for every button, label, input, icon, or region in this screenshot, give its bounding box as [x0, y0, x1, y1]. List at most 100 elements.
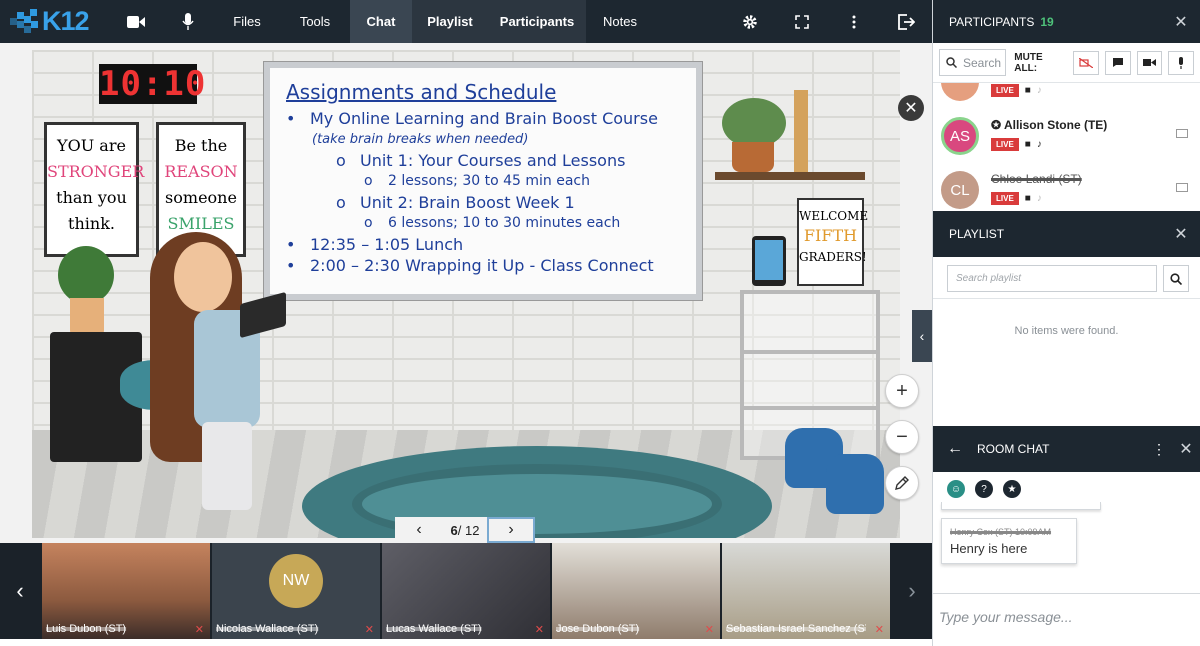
close-participants-icon[interactable]: ✕ — [1162, 12, 1200, 32]
poster-line: WELCOME — [799, 209, 869, 223]
emoji-icon[interactable]: ☺ — [947, 480, 965, 498]
live-badge: LIVE — [991, 138, 1019, 151]
mute-all-chat-button[interactable] — [1104, 50, 1131, 75]
participant-menu-icon[interactable] — [1176, 183, 1188, 192]
stool — [826, 454, 884, 514]
video-tile-name: Jose Dubon (ST) — [556, 623, 640, 635]
mute-all-video-off-button[interactable] — [1073, 50, 1099, 75]
exit-icon[interactable] — [880, 0, 932, 43]
help-icon[interactable]: ? — [975, 480, 993, 498]
muted-mic-icon: ✕ — [874, 624, 884, 636]
strip-prev-arrow[interactable]: ‹ — [0, 543, 40, 639]
board-lines: • My Online Learning and Brain Boost Cour… — [286, 108, 686, 276]
participant-row[interactable]: AS ✪ Allison Stone (TE) LIVE ■ ♪ — [933, 109, 1200, 163]
video-tile-2[interactable]: NW Nicolas Wallace (ST) ✕ — [212, 543, 380, 639]
playlist-search-button[interactable] — [1163, 265, 1189, 292]
mute-all-video-button[interactable] — [1136, 50, 1163, 75]
prev-slide-button[interactable]: ‹ — [395, 517, 443, 543]
previous-message-bubble — [941, 502, 1101, 510]
bullet: • — [286, 109, 296, 128]
participants-count: 19 — [1040, 14, 1054, 29]
chat-message-input[interactable]: Type your message... — [933, 593, 1200, 639]
video-camera-icon[interactable]: ■ — [1025, 85, 1031, 96]
gear-icon[interactable] — [724, 0, 776, 43]
participants-header: PARTICIPANTS 19 ✕ — [933, 0, 1200, 43]
menu-notes[interactable]: Notes — [586, 0, 654, 43]
more-vertical-icon[interactable] — [828, 0, 880, 43]
thermometer — [794, 90, 808, 172]
board-line-text: Unit 2: Brain Boost Week 1 — [360, 193, 575, 212]
microphone-icon[interactable]: ♪ — [1037, 139, 1042, 150]
star-icon[interactable]: ★ — [1003, 480, 1021, 498]
video-camera-icon[interactable]: ■ — [1025, 193, 1031, 204]
board-line: o Unit 2: Brain Boost Week 1 — [286, 192, 686, 213]
bullet: o — [364, 173, 373, 189]
microphone-muted-icon[interactable]: ♪ — [1037, 193, 1042, 204]
fullscreen-icon[interactable] — [776, 0, 828, 43]
video-camera-icon[interactable] — [110, 0, 162, 43]
playlist-search-row: Search playlist — [933, 257, 1200, 299]
poster-stronger: YOU are STRONGER than you think. — [44, 122, 144, 257]
zoom-out-button[interactable]: − — [885, 420, 919, 454]
microphone-muted-icon[interactable]: ♪ — [1037, 85, 1042, 96]
chat-bubble-icon — [1112, 58, 1123, 67]
back-arrow-icon[interactable]: ← — [933, 440, 977, 458]
board-line-text: Unit 1: Your Courses and Lessons — [360, 151, 626, 170]
search-icon — [946, 57, 957, 68]
menu-files[interactable]: Files — [214, 0, 280, 43]
potted-plant — [722, 98, 786, 148]
muted-mic-icon: ✕ — [194, 624, 204, 636]
video-strip: ‹ Luis Dubon (ST) ✕ NW Nicolas Wallace (… — [0, 543, 932, 639]
close-stage-button[interactable]: ✕ — [898, 95, 924, 121]
participant-row[interactable]: LIVE ■ ♪ — [933, 83, 1200, 109]
annotate-pencil-button[interactable] — [885, 466, 919, 500]
cart-shelf — [744, 406, 876, 410]
bullet: • — [286, 256, 296, 275]
logo-text: K12 — [42, 6, 90, 36]
video-tile-3[interactable]: Lucas Wallace (ST) ✕ — [382, 543, 550, 639]
toolbar-right-group — [724, 0, 932, 43]
participant-search-input[interactable]: Search — [939, 49, 1007, 76]
whiteboard: Assignments and Schedule • My Online Lear… — [264, 62, 702, 300]
room-chat-header: ← ROOM CHAT ⋮ ✕ — [933, 426, 1200, 472]
close-chat-icon[interactable]: ✕ — [1171, 439, 1200, 459]
board-line-text: My Online Learning and Brain Boost Cours… — [310, 109, 658, 128]
leafy-plant — [58, 246, 114, 304]
video-tile-name: Nicolas Wallace (ST) — [216, 623, 319, 635]
video-tile-4[interactable]: Jose Dubon (ST) ✕ — [552, 543, 720, 639]
muted-mic-icon: ✕ — [704, 624, 714, 636]
mute-all-audio-button[interactable] — [1168, 50, 1195, 75]
playlist-search-input[interactable]: Search playlist — [947, 265, 1157, 292]
avatar — [941, 83, 979, 101]
video-off-icon — [1079, 57, 1094, 68]
presenter-star-icon: ✪ — [991, 118, 1002, 132]
zoom-in-button[interactable]: + — [885, 374, 919, 408]
tablet-image — [752, 236, 786, 286]
close-playlist-icon[interactable]: ✕ — [1162, 224, 1200, 244]
menu-tools[interactable]: Tools — [280, 0, 350, 43]
next-slide-button[interactable]: › — [487, 517, 535, 543]
avatar: AS — [941, 117, 979, 155]
room-chat-title: ROOM CHAT — [977, 442, 1050, 456]
avatar: CL — [941, 171, 979, 209]
video-tile-5[interactable]: Sebastian Israel Sanchez (ST) ✕ — [722, 543, 890, 639]
participant-menu-icon[interactable] — [1176, 129, 1188, 138]
menu-participants[interactable]: Participants — [488, 0, 586, 43]
menu-chat[interactable]: Chat — [350, 0, 412, 43]
playlist-title: PLAYLIST — [949, 227, 1005, 241]
participant-name: ✪ Allison Stone (TE) — [991, 118, 1107, 132]
video-tile-1[interactable]: Luis Dubon (ST) ✕ — [42, 543, 210, 639]
bullet: o — [336, 193, 346, 212]
participants-toolbar: Search MUTE ALL: — [933, 43, 1200, 83]
participant-row[interactable]: CL Chloe Landi (ST) LIVE ■ ♪ — [933, 163, 1200, 211]
chat-message: Henry Cox (ST) 10:09AM Henry is here — [941, 518, 1077, 564]
participant-badges: LIVE ■ ♪ — [991, 84, 1042, 97]
strip-next-arrow[interactable]: › — [892, 543, 932, 639]
microphone-icon[interactable] — [162, 0, 214, 43]
menu-playlist[interactable]: Playlist — [412, 0, 488, 43]
top-toolbar: K12 Files Tools Chat Playlist Participan… — [0, 0, 932, 43]
video-camera-icon[interactable]: ■ — [1025, 139, 1031, 150]
collapse-panel-tab[interactable]: ‹ — [912, 310, 932, 362]
more-vertical-icon[interactable]: ⋮ — [1147, 441, 1171, 458]
poster-welcome: WELCOME FIFTH GRADERS! — [797, 198, 869, 286]
